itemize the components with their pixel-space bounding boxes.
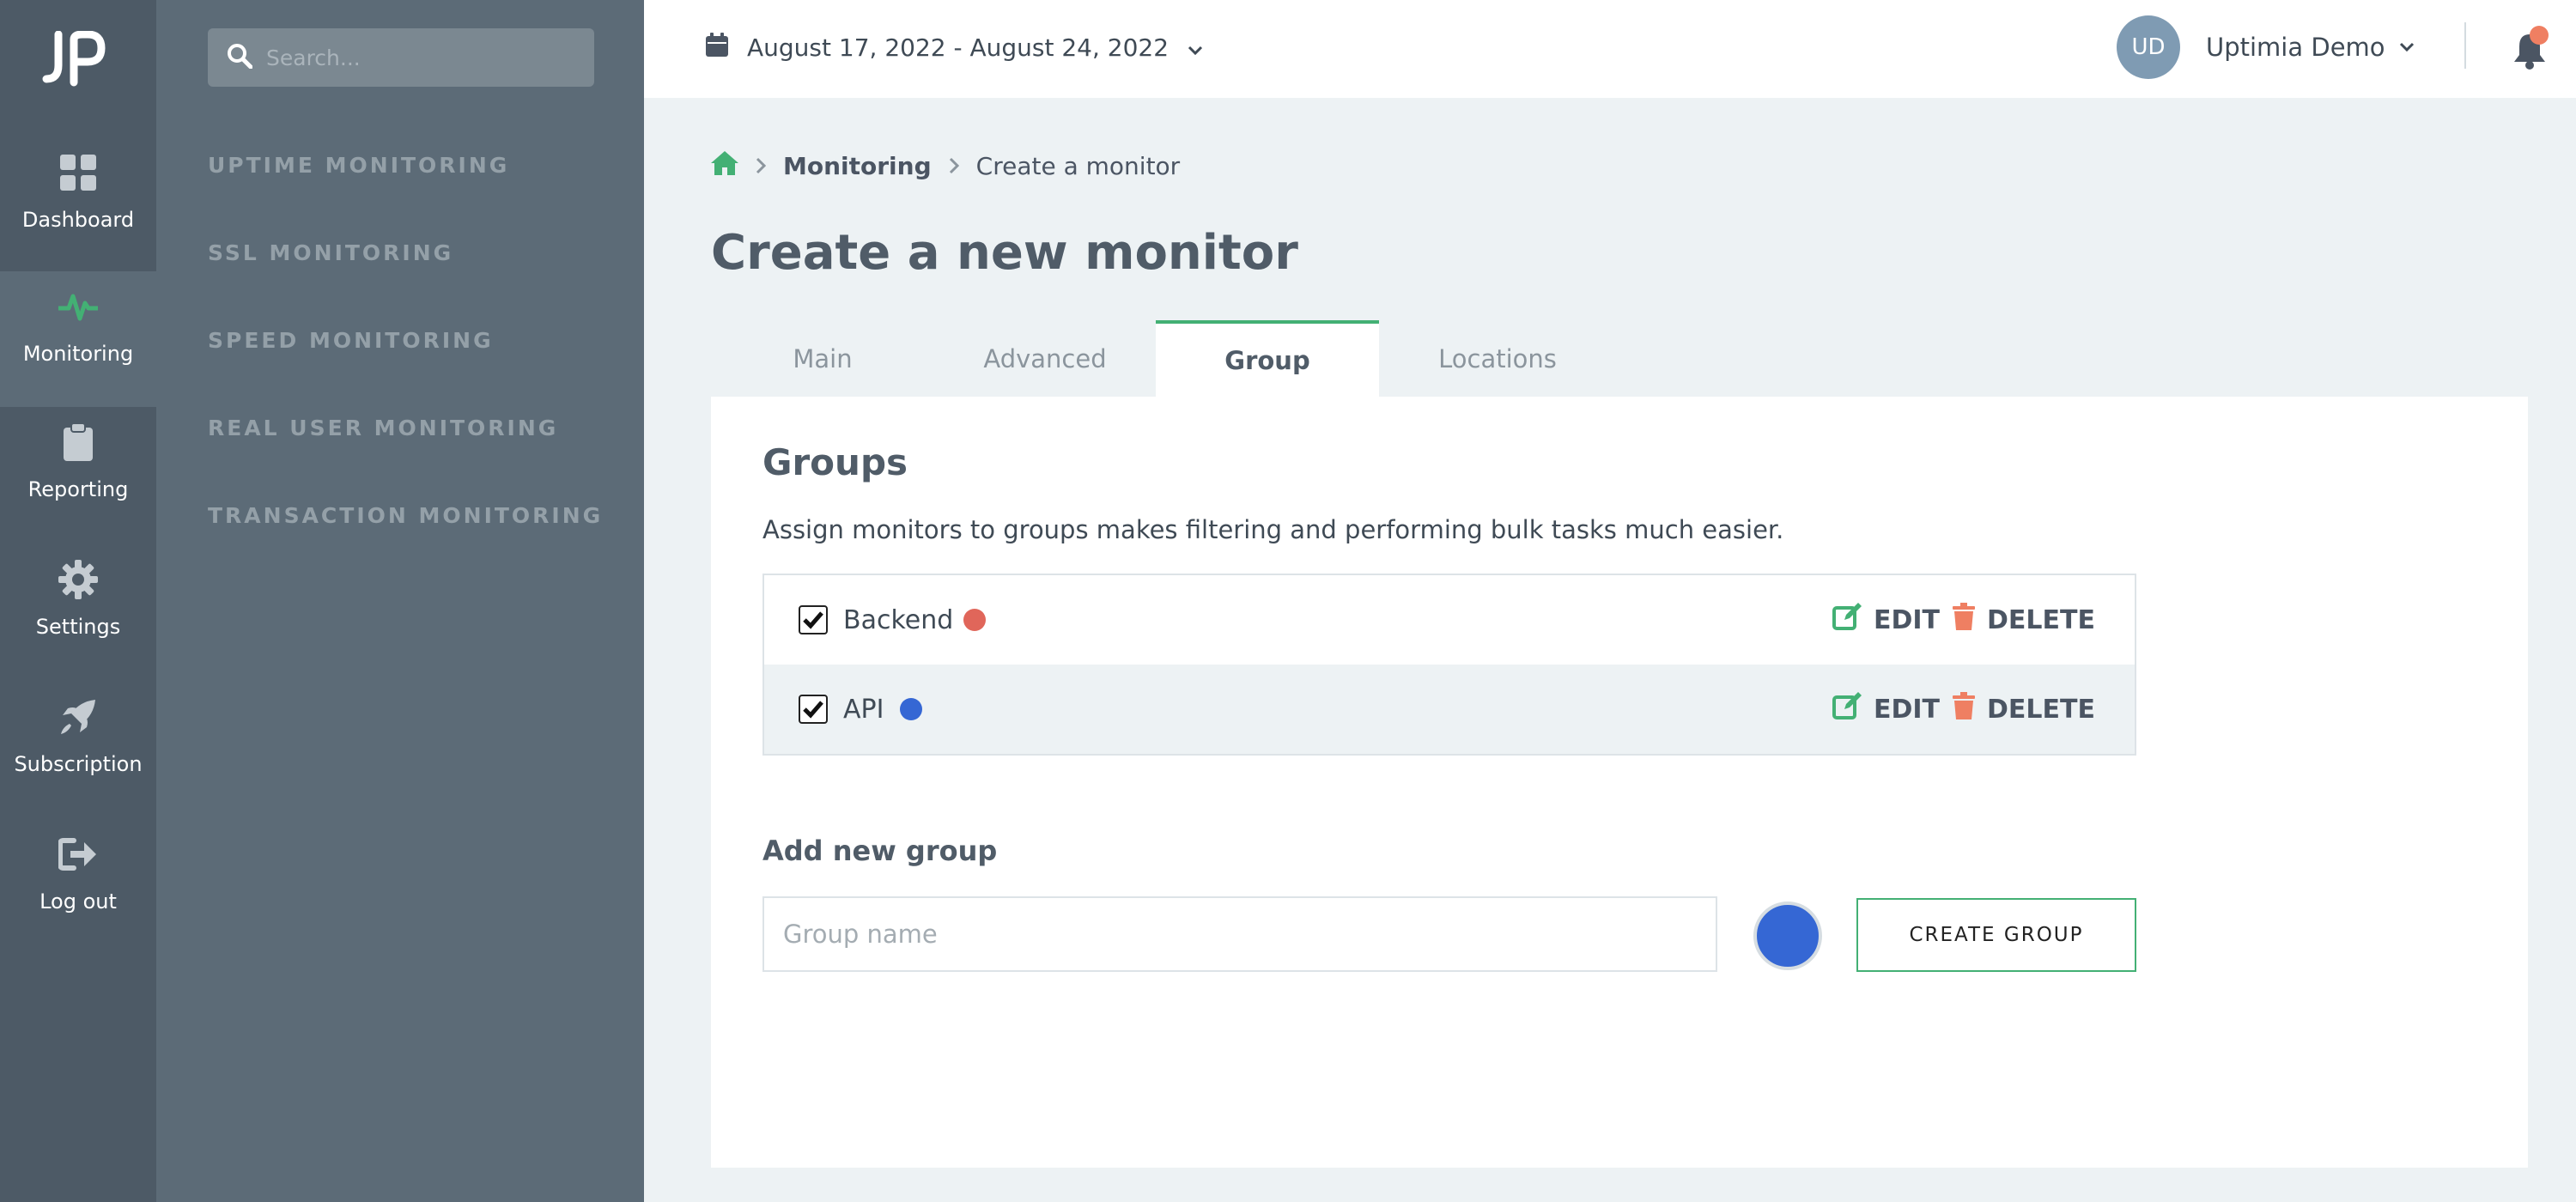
rail-item-dashboard[interactable]: Dashboard <box>0 137 156 273</box>
groups-heading: Groups <box>762 441 908 483</box>
rail-item-subscription[interactable]: Subscription <box>0 682 156 817</box>
home-icon[interactable] <box>711 151 738 181</box>
clipboard-icon <box>58 422 98 462</box>
search-box[interactable] <box>208 28 594 87</box>
tab-locations[interactable]: Locations <box>1379 320 1616 398</box>
edit-icon <box>1832 603 1862 637</box>
rail-label-dashboard: Dashboard <box>21 208 135 232</box>
subnav-item-speed-monitoring[interactable]: SPEED MONITORING <box>208 328 494 353</box>
logout-icon <box>58 835 98 874</box>
delete-label: DELETE <box>1987 694 2095 725</box>
group-color-picker[interactable] <box>1753 902 1822 970</box>
subnav-item-uptime-monitoring[interactable]: UPTIME MONITORING <box>208 153 509 178</box>
search-input[interactable] <box>266 45 592 70</box>
group-row-api: API EDIT DELETE <box>764 665 2135 754</box>
tab-main[interactable]: Main <box>711 320 934 398</box>
delete-label: DELETE <box>1987 604 2095 635</box>
breadcrumb: Monitoring Create a monitor <box>711 151 1180 181</box>
icon-rail: Dashboard Monitoring Reporting Settings … <box>0 0 156 1202</box>
tab-group[interactable]: Group <box>1156 320 1379 398</box>
group-checkbox[interactable] <box>799 695 828 724</box>
group-name: Backend <box>843 604 954 635</box>
topbar-divider <box>2464 22 2466 69</box>
chevron-down-icon <box>2399 39 2415 56</box>
rail-item-logout[interactable]: Log out <box>0 819 156 955</box>
edit-icon <box>1832 692 1862 726</box>
user-name: Uptimia Demo <box>2206 33 2385 62</box>
trash-icon <box>1953 692 1975 726</box>
rail-label-subscription: Subscription <box>14 752 143 776</box>
notification-badge <box>2530 26 2549 45</box>
search-icon <box>227 43 253 72</box>
chevron-right-icon <box>949 152 959 180</box>
delete-button[interactable]: DELETE <box>1953 603 2095 637</box>
subnav-item-ssl-monitoring[interactable]: SSL MONITORING <box>208 240 453 265</box>
rail-label-reporting: Reporting <box>27 477 129 501</box>
subnav-item-transaction-monitoring[interactable]: TRANSACTION MONITORING <box>208 503 603 528</box>
group-name: API <box>843 694 884 725</box>
rocket-icon <box>58 697 98 737</box>
group-color-dot <box>963 609 986 631</box>
group-checkbox[interactable] <box>799 605 828 634</box>
breadcrumb-current: Create a monitor <box>975 152 1181 180</box>
date-range-text: August 17, 2022 - August 24, 2022 <box>747 33 1170 62</box>
date-range-picker[interactable]: August 17, 2022 - August 24, 2022 <box>706 33 1203 63</box>
monitor-tabs: Main Advanced Group Locations <box>711 320 1616 398</box>
group-panel: Groups Assign monitors to groups makes f… <box>711 397 2528 1168</box>
monitoring-subnav: UPTIME MONITORING SSL MONITORING SPEED M… <box>156 0 644 1202</box>
chevron-down-icon <box>1188 33 1203 62</box>
rail-label-settings: Settings <box>35 615 121 639</box>
breadcrumb-monitoring[interactable]: Monitoring <box>783 152 932 180</box>
chevron-right-icon <box>756 152 767 180</box>
edit-button[interactable]: EDIT <box>1832 603 1940 637</box>
group-row-backend: Backend EDIT DELETE <box>764 575 2135 665</box>
subnav-item-real-user-monitoring[interactable]: REAL USER MONITORING <box>208 416 558 440</box>
delete-button[interactable]: DELETE <box>1953 692 2095 726</box>
gear-icon <box>58 560 98 599</box>
edit-label: EDIT <box>1874 604 1941 635</box>
top-bar: August 17, 2022 - August 24, 2022 UD Upt… <box>644 0 2576 98</box>
groups-list: Backend EDIT DELETE API EDIT DELETE <box>762 574 2136 756</box>
add-group-heading: Add new group <box>762 835 998 867</box>
tab-advanced[interactable]: Advanced <box>934 320 1156 398</box>
rail-label-monitoring: Monitoring <box>22 342 134 366</box>
dashboard-grid-icon <box>58 153 98 192</box>
edit-button[interactable]: EDIT <box>1832 692 1940 726</box>
rail-label-logout: Log out <box>39 889 117 914</box>
user-menu[interactable]: UD Uptimia Demo <box>2117 15 2415 79</box>
page-title: Create a new monitor <box>711 225 1298 281</box>
avatar: UD <box>2117 15 2180 79</box>
rail-item-settings[interactable]: Settings <box>0 544 156 680</box>
app-logo[interactable] <box>39 30 108 88</box>
create-group-button[interactable]: CREATE GROUP <box>1856 898 2136 972</box>
notifications-button[interactable] <box>2512 26 2550 70</box>
trash-icon <box>1953 603 1975 637</box>
calendar-icon <box>706 33 728 63</box>
groups-description: Assign monitors to groups makes filterin… <box>762 515 1784 544</box>
rail-item-reporting[interactable]: Reporting <box>0 407 156 543</box>
group-color-dot <box>900 698 922 720</box>
heartbeat-icon <box>58 287 98 326</box>
rail-item-monitoring[interactable]: Monitoring <box>0 271 156 407</box>
edit-label: EDIT <box>1874 694 1941 725</box>
group-name-input[interactable] <box>762 896 1717 972</box>
